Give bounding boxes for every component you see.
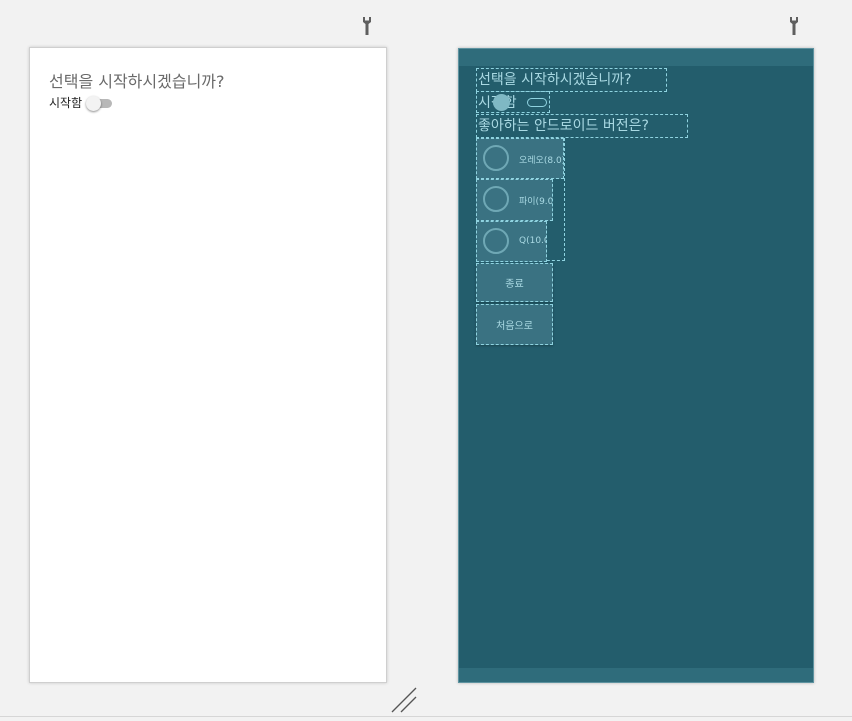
radio-circle-icon: [483, 145, 509, 171]
blueprint-wrench-icon[interactable]: [787, 16, 801, 36]
start-switch-label: 시작함: [49, 96, 83, 110]
radio-circle-icon: [483, 186, 509, 212]
switch-thumb: [86, 95, 102, 111]
resize-handle-icon[interactable]: [390, 686, 418, 714]
start-switch[interactable]: [86, 95, 114, 111]
status-bar-outline: [459, 49, 813, 66]
blueprint-switch-thumb: [493, 94, 510, 111]
radio-circle-icon: [483, 228, 509, 254]
radio-q[interactable]: Q(10.0): [476, 221, 547, 262]
blueprint-start-switch[interactable]: 시작함: [476, 91, 550, 113]
design-preview[interactable]: 선택을 시작하시겠습니까? 시작함: [29, 47, 387, 683]
finish-button[interactable]: 종료: [476, 263, 553, 302]
nav-bar-outline: [459, 668, 813, 682]
radio-label: 파이(9.0): [519, 197, 553, 207]
blueprint-preview[interactable]: 선택을 시작하시겠습니까? 시작함 좋아하는 안드로이드 버전은? 오레오(8.…: [458, 48, 814, 683]
radio-label: Q(10.0): [519, 236, 546, 246]
question-text: 선택을 시작하시겠습니까?: [49, 72, 225, 91]
restart-button[interactable]: 처음으로: [476, 304, 553, 345]
radio-pie[interactable]: 파이(9.0): [476, 179, 553, 221]
design-wrench-icon[interactable]: [360, 16, 374, 36]
radio-oreo[interactable]: 오레오(8.0): [476, 138, 564, 179]
bottom-divider: [0, 716, 852, 717]
radio-label: 오레오(8.0): [519, 156, 564, 166]
blueprint-radio-question[interactable]: 좋아하는 안드로이드 버전은?: [476, 114, 688, 138]
blueprint-question-text[interactable]: 선택을 시작하시겠습니까?: [476, 68, 667, 92]
blueprint-switch-track: [527, 98, 547, 107]
switch-row: 시작함: [49, 94, 114, 111]
